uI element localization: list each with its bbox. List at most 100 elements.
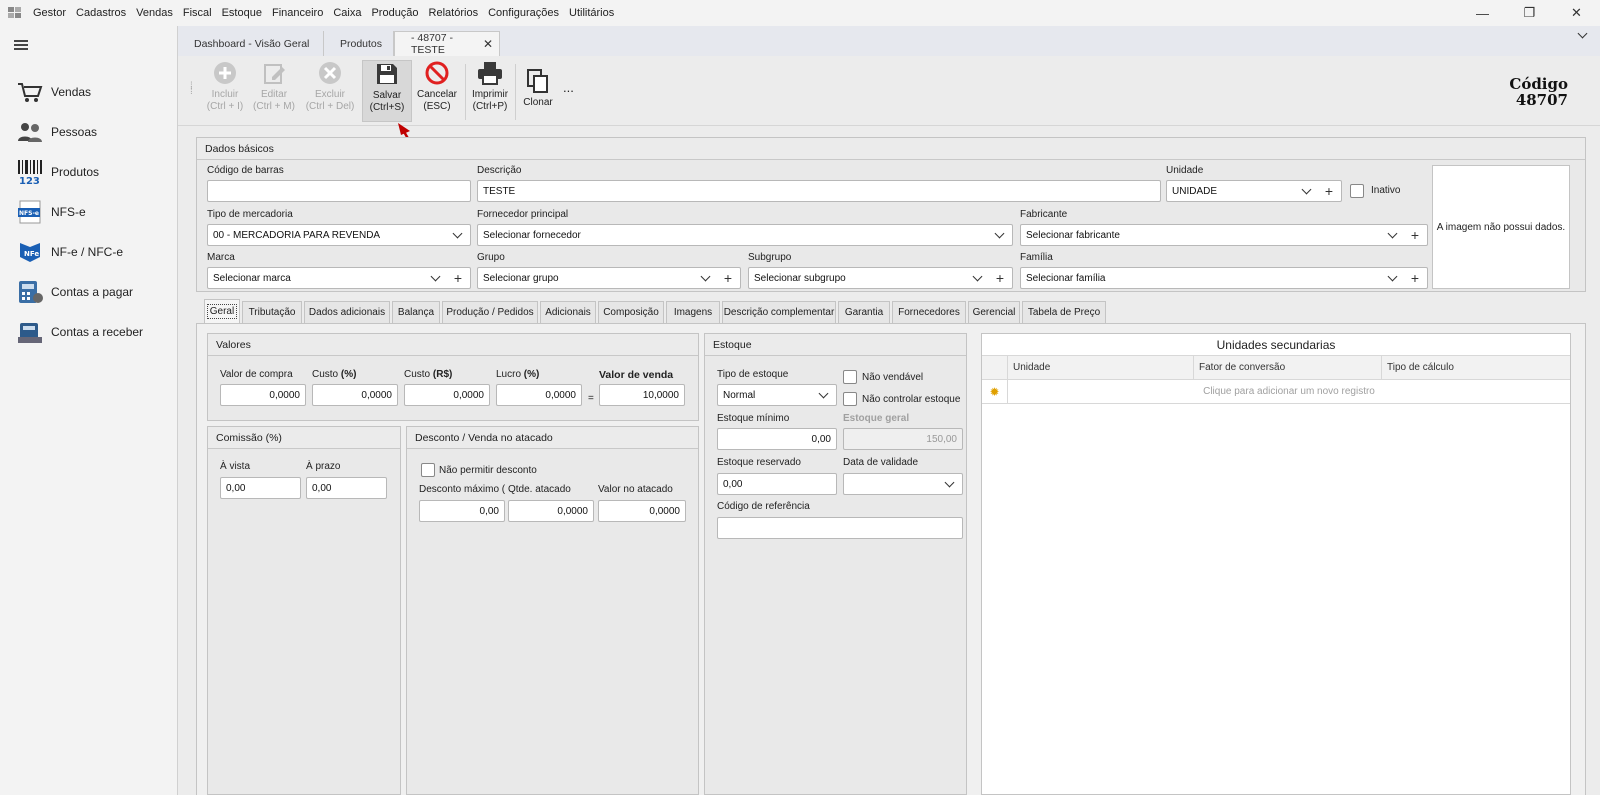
- menu-relatorios[interactable]: Relatórios: [424, 7, 484, 19]
- clonar-button[interactable]: Clonar: [518, 60, 558, 122]
- menu-gestor[interactable]: Gestor: [28, 7, 71, 19]
- comissao-prazo-input[interactable]: 0,00: [306, 477, 387, 499]
- close-tab-icon[interactable]: ✕: [483, 37, 493, 51]
- fornecedor-value: Selecionar fornecedor: [483, 229, 581, 241]
- menu-cadastros[interactable]: Cadastros: [71, 7, 131, 19]
- tab-produto-48707[interactable]: - 48707 - TESTE ✕: [394, 31, 500, 56]
- sidebar-item-contas-pagar[interactable]: Contas a pagar: [0, 272, 178, 312]
- nfe-icon: NFe: [16, 238, 44, 266]
- valor-compra-input[interactable]: 0,0000: [220, 384, 306, 406]
- inativo-checkbox[interactable]: [1350, 184, 1364, 198]
- tab-imagens[interactable]: Imagens: [666, 301, 720, 323]
- excluir-button[interactable]: Excluir (Ctrl + Del): [302, 60, 358, 122]
- section-title: Estoque: [705, 334, 966, 356]
- tab-dashboard[interactable]: Dashboard - Visão Geral: [178, 31, 324, 56]
- qtde-atacado-input[interactable]: 0,0000: [508, 500, 594, 522]
- menu-estoque[interactable]: Estoque: [217, 7, 267, 19]
- menu-producao[interactable]: Produção: [366, 7, 423, 19]
- menu-utilitarios[interactable]: Utilitários: [564, 7, 619, 19]
- sidebar-item-contas-receber[interactable]: Contas a receber: [0, 312, 178, 352]
- cancelar-button[interactable]: Cancelar (ESC): [414, 60, 460, 122]
- tab-dados-adicionais[interactable]: Dados adicionais: [304, 301, 390, 323]
- descricao-input[interactable]: TESTE: [477, 180, 1161, 202]
- tab-composicao[interactable]: Composição: [598, 301, 664, 323]
- sidebar-item-vendas[interactable]: Vendas: [0, 72, 178, 112]
- menu-fiscal[interactable]: Fiscal: [178, 7, 217, 19]
- tab-adicionais[interactable]: Adicionais: [540, 301, 596, 323]
- tab-gerencial[interactable]: Gerencial: [968, 301, 1020, 323]
- add-icon[interactable]: +: [1408, 227, 1422, 243]
- custo-pct-input[interactable]: 0,0000: [312, 384, 398, 406]
- tab-overflow-chevron-icon[interactable]: [1577, 28, 1590, 39]
- new-row[interactable]: ✹ Clique para adicionar um novo registro: [982, 379, 1570, 404]
- salvar-button[interactable]: Salvar (Ctrl+S): [362, 60, 412, 122]
- svg-text:123: 123: [19, 176, 40, 185]
- fabricante-dropdown[interactable]: Selecionar fabricante +: [1020, 224, 1428, 246]
- estoque-minimo-input[interactable]: 0,00: [717, 428, 837, 450]
- comissao-vista-input[interactable]: 0,00: [220, 477, 301, 499]
- add-icon[interactable]: +: [993, 270, 1007, 286]
- incluir-label: Incluir: [211, 89, 239, 100]
- sidebar-item-nfse[interactable]: NFS-e NFS-e: [0, 192, 178, 232]
- subgrupo-dropdown[interactable]: Selecionar subgrupo +: [748, 267, 1013, 289]
- imprimir-button[interactable]: Imprimir (Ctrl+P): [468, 60, 512, 122]
- product-image-box[interactable]: A imagem não possui dados.: [1432, 165, 1570, 289]
- sidebar-item-nfe[interactable]: NFe NF-e / NFC-e: [0, 232, 178, 272]
- unidade-dropdown[interactable]: UNIDADE +: [1166, 180, 1342, 202]
- tab-produtos[interactable]: Produtos: [324, 31, 394, 56]
- menu-financeiro[interactable]: Financeiro: [267, 7, 328, 19]
- menu-caixa[interactable]: Caixa: [328, 7, 366, 19]
- close-icon[interactable]: ✕: [1553, 0, 1600, 26]
- tab-descricao-complementar[interactable]: Descrição complementar: [722, 301, 836, 323]
- menu-vendas[interactable]: Vendas: [131, 7, 178, 19]
- add-icon[interactable]: +: [721, 270, 735, 286]
- custo-rs-input[interactable]: 0,0000: [404, 384, 490, 406]
- tab-garantia[interactable]: Garantia: [838, 301, 890, 323]
- sidebar-item-produtos[interactable]: 123 Produtos: [0, 152, 178, 192]
- tipo-mercadoria-dropdown[interactable]: 00 - MERCADORIA PARA REVENDA: [207, 224, 471, 246]
- tab-tributacao[interactable]: Tributação: [242, 301, 302, 323]
- excluir-label: Excluir: [314, 89, 345, 100]
- editar-button[interactable]: Editar (Ctrl + M): [250, 60, 298, 122]
- more-options-button[interactable]: ...: [563, 80, 574, 95]
- estoque-reservado-input[interactable]: 0,00: [717, 473, 837, 495]
- incluir-button[interactable]: Incluir (Ctrl + I): [204, 60, 246, 122]
- add-icon[interactable]: +: [451, 270, 465, 286]
- chevron-down-icon: [430, 271, 441, 281]
- nao-permitir-desconto-label: Não permitir desconto: [439, 465, 537, 476]
- nao-permitir-desconto-checkbox[interactable]: [421, 463, 435, 477]
- column-header-unidade[interactable]: Unidade: [1008, 355, 1194, 380]
- tab-label: Dashboard - Visão Geral: [194, 37, 310, 50]
- column-header-fator[interactable]: Fator de conversão: [1194, 355, 1382, 380]
- desconto-maximo-input[interactable]: 0,00: [419, 500, 505, 522]
- tab-geral[interactable]: Geral: [204, 299, 240, 323]
- add-icon[interactable]: +: [1408, 270, 1422, 286]
- add-icon[interactable]: +: [1322, 183, 1336, 199]
- data-validade-dropdown[interactable]: [843, 473, 963, 495]
- image-placeholder-text: A imagem não possui dados.: [1436, 221, 1566, 233]
- nao-vendavel-checkbox[interactable]: [843, 370, 857, 384]
- lucro-input[interactable]: 0,0000: [496, 384, 582, 406]
- hamburger-icon[interactable]: [14, 40, 28, 50]
- minimize-icon[interactable]: —: [1459, 0, 1506, 26]
- restore-icon[interactable]: ❐: [1506, 0, 1553, 26]
- tab-tabela-preco[interactable]: Tabela de Preço: [1022, 301, 1106, 323]
- valor-venda-input[interactable]: 10,0000: [599, 384, 685, 406]
- tab-balanca[interactable]: Balança: [392, 301, 440, 323]
- column-header-tipo-calculo[interactable]: Tipo de cálculo: [1382, 356, 1570, 380]
- tipo-estoque-dropdown[interactable]: Normal: [717, 384, 837, 406]
- menu-configuracoes[interactable]: Configurações: [483, 7, 564, 19]
- tab-producao-pedidos[interactable]: Produção / Pedidos: [442, 301, 538, 323]
- marca-dropdown[interactable]: Selecionar marca +: [207, 267, 471, 289]
- codigo-barras-input[interactable]: [207, 180, 471, 202]
- codigo-referencia-input[interactable]: [717, 517, 963, 539]
- fornecedor-dropdown[interactable]: Selecionar fornecedor: [477, 224, 1013, 246]
- grupo-dropdown[interactable]: Selecionar grupo +: [477, 267, 741, 289]
- familia-dropdown[interactable]: Selecionar família +: [1020, 267, 1428, 289]
- chevron-down-icon: [1387, 271, 1398, 281]
- sidebar-item-pessoas[interactable]: Pessoas: [0, 112, 178, 152]
- nao-controlar-estoque-checkbox[interactable]: [843, 392, 857, 406]
- valor-atacado-input[interactable]: 0,0000: [598, 500, 686, 522]
- equals-sign: =: [588, 393, 594, 404]
- tab-fornecedores[interactable]: Fornecedores: [892, 301, 966, 323]
